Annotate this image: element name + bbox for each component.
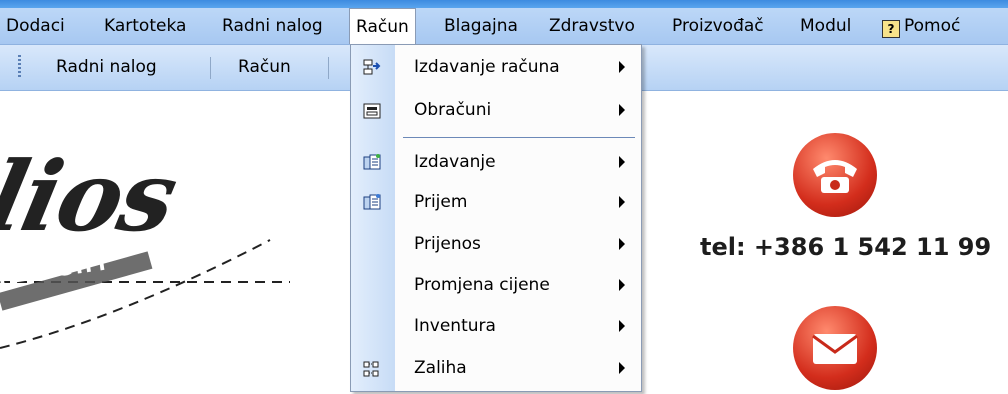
- submenu-arrow-icon: [619, 61, 625, 73]
- menu-item-izdavanje-racuna[interactable]: Izdavanje računa: [351, 48, 641, 88]
- menu-zdravstvo[interactable]: Zdravstvo: [549, 16, 635, 36]
- submenu-arrow-icon: [619, 196, 625, 208]
- submenu-arrow-icon: [619, 320, 625, 332]
- submenu-arrow-icon: [619, 156, 625, 168]
- toolbar-grip[interactable]: [18, 55, 21, 79]
- racun-dropdown-menu: Izdavanje računa Obračuni Izdavanje Prij…: [350, 44, 642, 392]
- menu-item-zaliha[interactable]: Zaliha: [351, 349, 641, 389]
- menu-item-obracuni[interactable]: Obračuni: [351, 91, 641, 131]
- menu-dodaci[interactable]: Dodaci: [6, 16, 65, 36]
- invoice-issue-icon: [363, 59, 381, 75]
- menu-modul[interactable]: Modul: [800, 16, 851, 36]
- submenu-arrow-icon: [619, 238, 625, 250]
- phone-number: tel: +386 1 542 11 99: [700, 233, 992, 261]
- documents-in-icon: [363, 194, 381, 210]
- submenu-arrow-icon: [619, 104, 625, 116]
- menu-item-label: Inventura: [414, 316, 496, 336]
- calculation-icon: [363, 103, 381, 119]
- stock-icon: [363, 361, 379, 377]
- menu-item-label: Izdavanje računa: [414, 57, 560, 77]
- menu-item-prijem[interactable]: Prijem: [351, 183, 641, 223]
- menu-item-label: Obračuni: [414, 100, 492, 120]
- toolbar-separator: [328, 57, 329, 79]
- menu-kartoteka[interactable]: Kartoteka: [104, 16, 186, 36]
- menu-radni-nalog[interactable]: Radni nalog: [222, 16, 323, 36]
- menu-racun[interactable]: Račun: [349, 8, 416, 44]
- documents-out-icon: [363, 154, 381, 170]
- toolbar-racun[interactable]: Račun: [238, 57, 291, 77]
- menu-separator: [403, 137, 635, 138]
- email-icon[interactable]: [793, 306, 877, 390]
- title-strip: [0, 0, 1008, 8]
- toolbar-separator: [210, 57, 211, 79]
- menu-proizvodac[interactable]: Proizvođač: [672, 16, 764, 36]
- menu-blagajna[interactable]: Blagajna: [444, 16, 518, 36]
- menu-pomoc-label: Pomoć: [904, 16, 961, 36]
- menu-pomoc[interactable]: ? Pomoć: [882, 16, 960, 38]
- help-icon: ?: [882, 20, 900, 38]
- submenu-arrow-icon: [619, 362, 625, 374]
- menu-bar: Dodaci Kartoteka Radni nalog Račun Blaga…: [0, 8, 1008, 45]
- submenu-arrow-icon: [619, 279, 625, 291]
- phone-icon[interactable]: [793, 133, 877, 217]
- menu-item-label: Zaliha: [414, 358, 467, 378]
- menu-item-label: Prijenos: [414, 234, 481, 254]
- menu-item-inventura[interactable]: Inventura: [351, 307, 641, 347]
- toolbar-radni-nalog[interactable]: Radni nalog: [56, 57, 157, 77]
- menu-item-label: Promjena cijene: [414, 275, 550, 295]
- menu-item-label: Prijem: [414, 192, 468, 212]
- menu-item-promjena-cijene[interactable]: Promjena cijene: [351, 266, 641, 306]
- logo-swoosh: [0, 239, 290, 349]
- menu-item-prijenos[interactable]: Prijenos: [351, 225, 641, 265]
- menu-item-label: Izdavanje: [414, 152, 496, 172]
- menu-item-izdavanje[interactable]: Izdavanje: [351, 143, 641, 183]
